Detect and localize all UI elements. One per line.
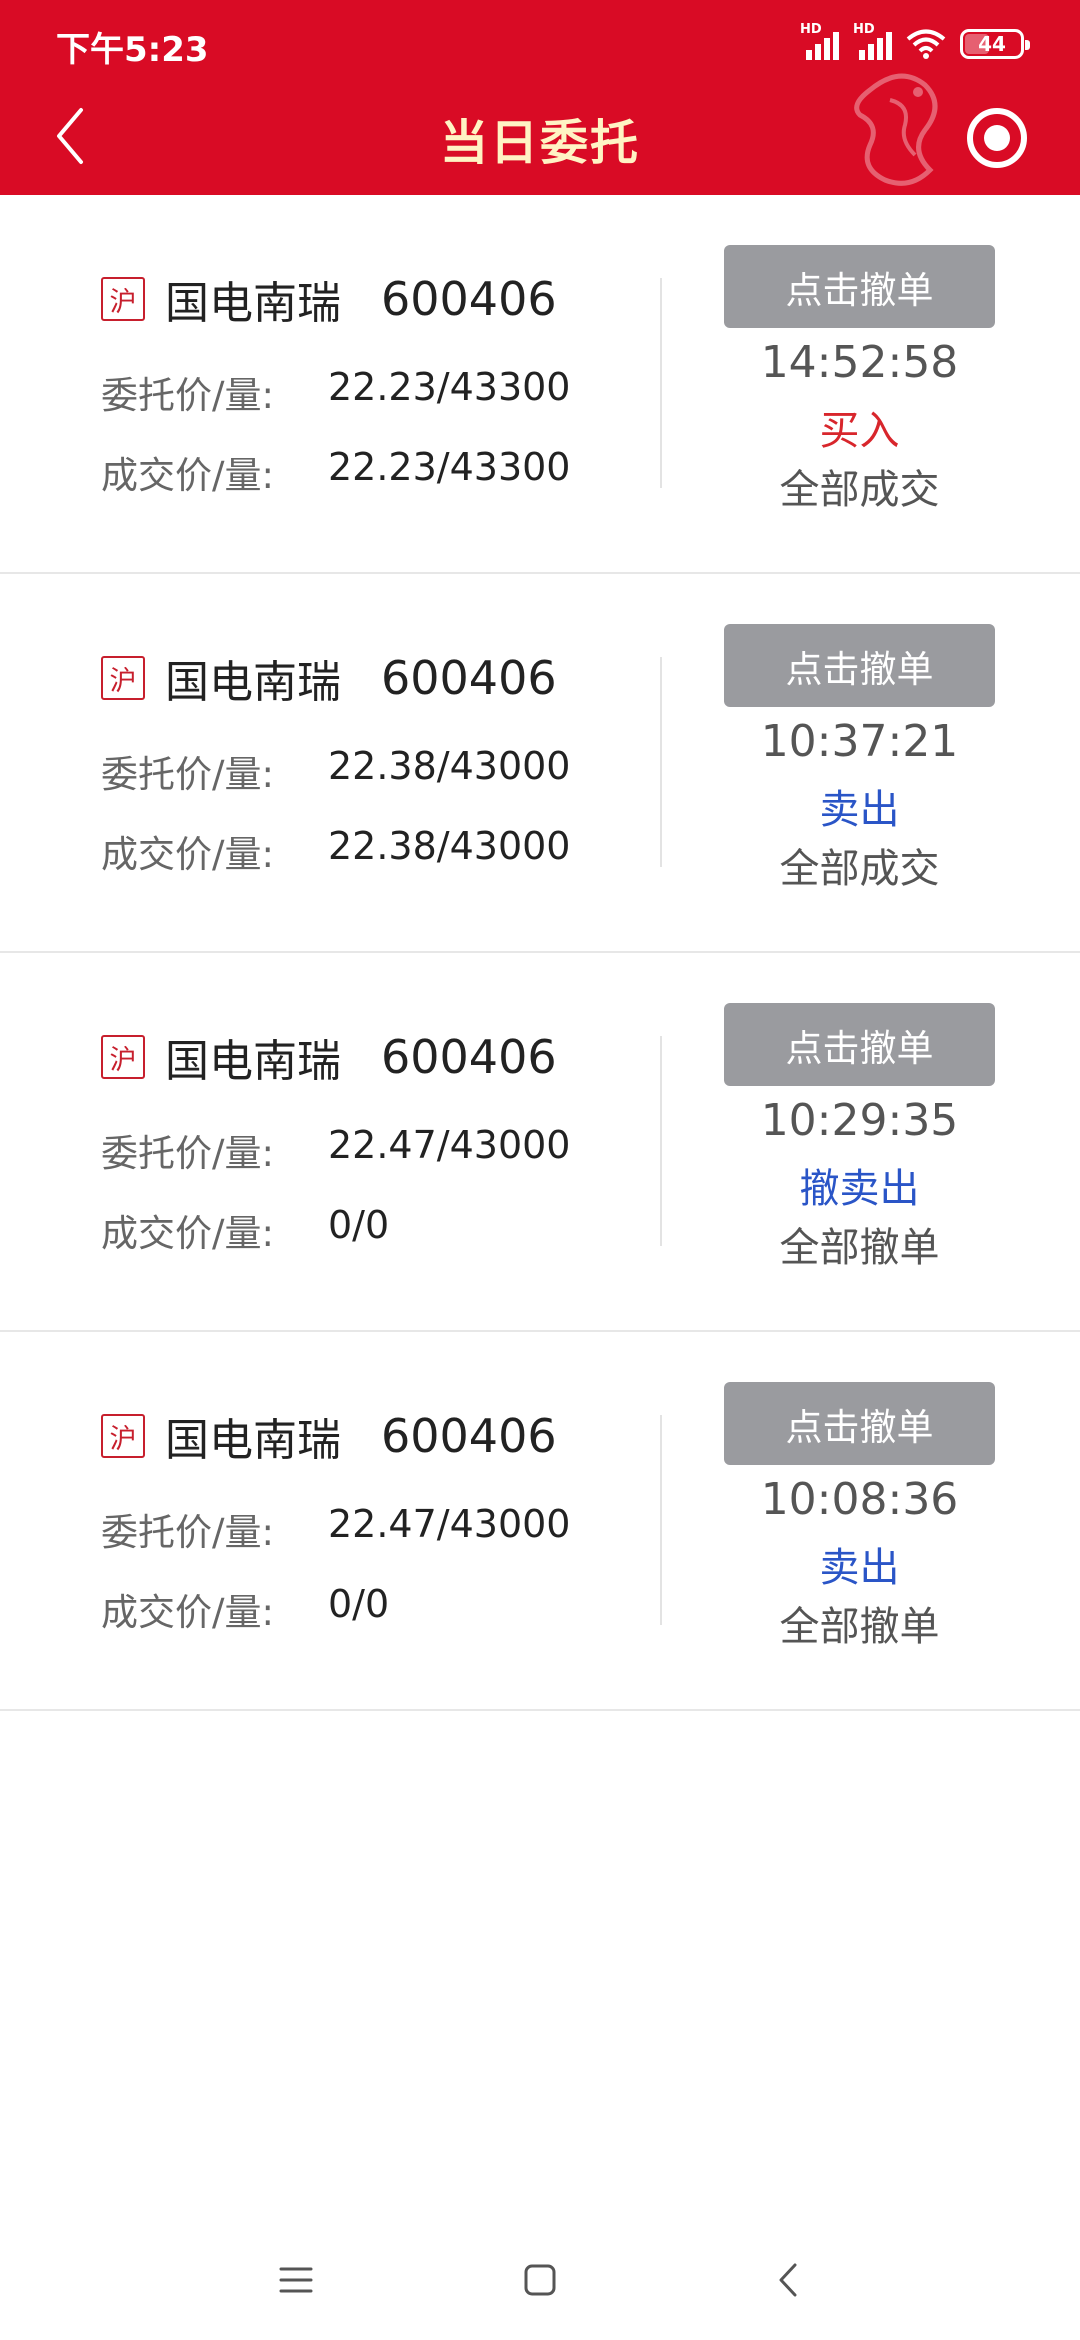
deal-price-value: 22.23/43300	[328, 445, 571, 489]
stock-code: 600406	[381, 272, 557, 326]
order-price-label: 委托价/量:	[101, 1511, 274, 1554]
market-badge: 沪	[101, 656, 145, 700]
stock-name: 国电南瑞	[165, 657, 341, 708]
divider	[660, 278, 662, 488]
deal-price-label: 成交价/量:	[101, 454, 274, 497]
market-badge: 沪	[101, 277, 145, 321]
order-time: 10:37:21	[760, 716, 959, 767]
order-time: 10:08:36	[760, 1474, 959, 1525]
order-status: 全部撤单	[779, 1604, 940, 1650]
cancel-order-button[interactable]: 点击撤单	[724, 1003, 995, 1086]
home-button[interactable]	[510, 2250, 570, 2310]
stock-line: 沪 国电南瑞 600406	[101, 1030, 557, 1087]
battery-icon: 44	[960, 29, 1030, 59]
stock-line: 沪 国电南瑞 600406	[101, 651, 557, 708]
order-status: 全部成交	[779, 846, 940, 892]
order-item: 沪 国电南瑞 600406 委托价/量: 22.23/43300 成交价/量: …	[0, 195, 1080, 574]
order-status: 全部成交	[779, 467, 940, 513]
deal-price-label: 成交价/量:	[101, 1212, 274, 1255]
back-icon	[779, 2263, 797, 2297]
order-price-value: 22.38/43000	[328, 744, 571, 788]
app-header: 下午5:23 HD HD 44 当日委托	[0, 0, 1080, 195]
market-badge: 沪	[101, 1035, 145, 1079]
status-time: 下午5:23	[56, 30, 209, 70]
system-nav-bar	[0, 2220, 1080, 2340]
cancel-order-button[interactable]: 点击撤单	[724, 1382, 995, 1465]
hd-label-2: HD	[853, 22, 875, 37]
signal-icon-2: HD	[853, 22, 892, 60]
home-icon	[524, 2264, 556, 2296]
nav-back-button[interactable]	[758, 2250, 818, 2310]
order-status: 全部撤单	[779, 1225, 940, 1271]
order-price-value: 22.47/43000	[328, 1502, 571, 1546]
order-price-label: 委托价/量:	[101, 1132, 274, 1175]
stock-name: 国电南瑞	[165, 1415, 341, 1466]
signal-icon-1: HD	[800, 22, 839, 60]
order-price-label: 委托价/量:	[101, 374, 274, 417]
deal-price-value: 22.38/43000	[328, 824, 571, 868]
stock-line: 沪 国电南瑞 600406	[101, 272, 557, 329]
order-item: 沪 国电南瑞 600406 委托价/量: 22.47/43000 成交价/量: …	[0, 953, 1080, 1332]
stock-name: 国电南瑞	[165, 278, 341, 329]
order-side: 撤卖出	[799, 1166, 920, 1212]
menu-button[interactable]	[266, 2250, 326, 2310]
market-badge: 沪	[101, 1414, 145, 1458]
deal-price-label: 成交价/量:	[101, 833, 274, 876]
order-item: 沪 国电南瑞 600406 委托价/量: 22.47/43000 成交价/量: …	[0, 1332, 1080, 1711]
target-icon[interactable]	[964, 105, 1030, 171]
order-time: 14:52:58	[760, 337, 959, 388]
hd-label-1: HD	[800, 22, 822, 37]
cancel-order-button[interactable]: 点击撤单	[724, 624, 995, 707]
dragon-logo-icon	[854, 73, 938, 186]
order-side: 买入	[819, 408, 900, 454]
wifi-icon	[906, 29, 946, 59]
stock-code: 600406	[381, 1030, 557, 1084]
stock-code: 600406	[381, 1409, 557, 1463]
divider	[660, 657, 662, 867]
order-side: 卖出	[819, 787, 900, 833]
deal-price-value: 0/0	[328, 1582, 390, 1626]
stock-code: 600406	[381, 651, 557, 705]
divider	[660, 1415, 662, 1625]
cancel-order-button[interactable]: 点击撤单	[724, 245, 995, 328]
deal-price-value: 0/0	[328, 1203, 390, 1247]
stock-name: 国电南瑞	[165, 1036, 341, 1087]
menu-icon	[279, 2267, 313, 2293]
stock-line: 沪 国电南瑞 600406	[101, 1409, 557, 1466]
order-price-value: 22.23/43300	[328, 365, 571, 409]
order-list: 沪 国电南瑞 600406 委托价/量: 22.23/43300 成交价/量: …	[0, 195, 1080, 1711]
order-price-value: 22.47/43000	[328, 1123, 571, 1167]
deal-price-label: 成交价/量:	[101, 1591, 274, 1634]
divider	[660, 1036, 662, 1246]
order-time: 10:29:35	[760, 1095, 959, 1146]
order-price-label: 委托价/量:	[101, 753, 274, 796]
battery-level: 44	[978, 32, 1006, 56]
order-item: 沪 国电南瑞 600406 委托价/量: 22.38/43000 成交价/量: …	[0, 574, 1080, 953]
order-side: 卖出	[819, 1545, 900, 1591]
